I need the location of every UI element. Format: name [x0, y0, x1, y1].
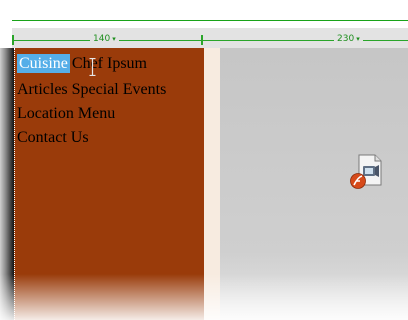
text-cursor-icon — [89, 58, 96, 76]
chevron-down-icon: ▾ — [112, 35, 116, 43]
bottom-fade — [0, 274, 408, 320]
ruler-tick-left — [12, 35, 14, 45]
nav-link-menu[interactable]: Menu — [78, 104, 115, 123]
nav-link-contact-us[interactable]: Contact Us — [17, 128, 89, 147]
nav-link-articles[interactable]: Articles — [17, 80, 68, 99]
nav-row: Articles Special Events — [17, 80, 166, 99]
nav-link-cuisine[interactable]: Cuisine — [17, 54, 70, 73]
right-column-width-value: 230 — [337, 34, 355, 44]
nav-link-chef-ipsum[interactable]: Chef Ipsum — [72, 54, 147, 73]
flash-badge-icon — [350, 173, 366, 189]
nav-link-special-events[interactable]: Special Events — [72, 80, 167, 99]
chevron-down-icon: ▾ — [356, 35, 360, 43]
left-column-width-value: 140 — [93, 34, 111, 44]
nav-link-location[interactable]: Location — [17, 104, 74, 123]
page-top — [0, 0, 408, 22]
right-column-width-menu[interactable]: 230 ▾ — [334, 33, 363, 46]
ruler-tick-middle — [201, 35, 203, 45]
guide-line — [12, 20, 408, 21]
nav-row: Contact Us — [17, 128, 89, 147]
nav-row: Location Menu — [17, 104, 115, 123]
column-width-ruler: 140 ▾ 230 ▾ — [12, 28, 408, 49]
nav-row: Cuisine Chef Ipsum — [17, 54, 147, 73]
left-column-width-menu[interactable]: 140 ▾ — [90, 33, 119, 46]
video-plugin-icon[interactable] — [350, 154, 384, 190]
